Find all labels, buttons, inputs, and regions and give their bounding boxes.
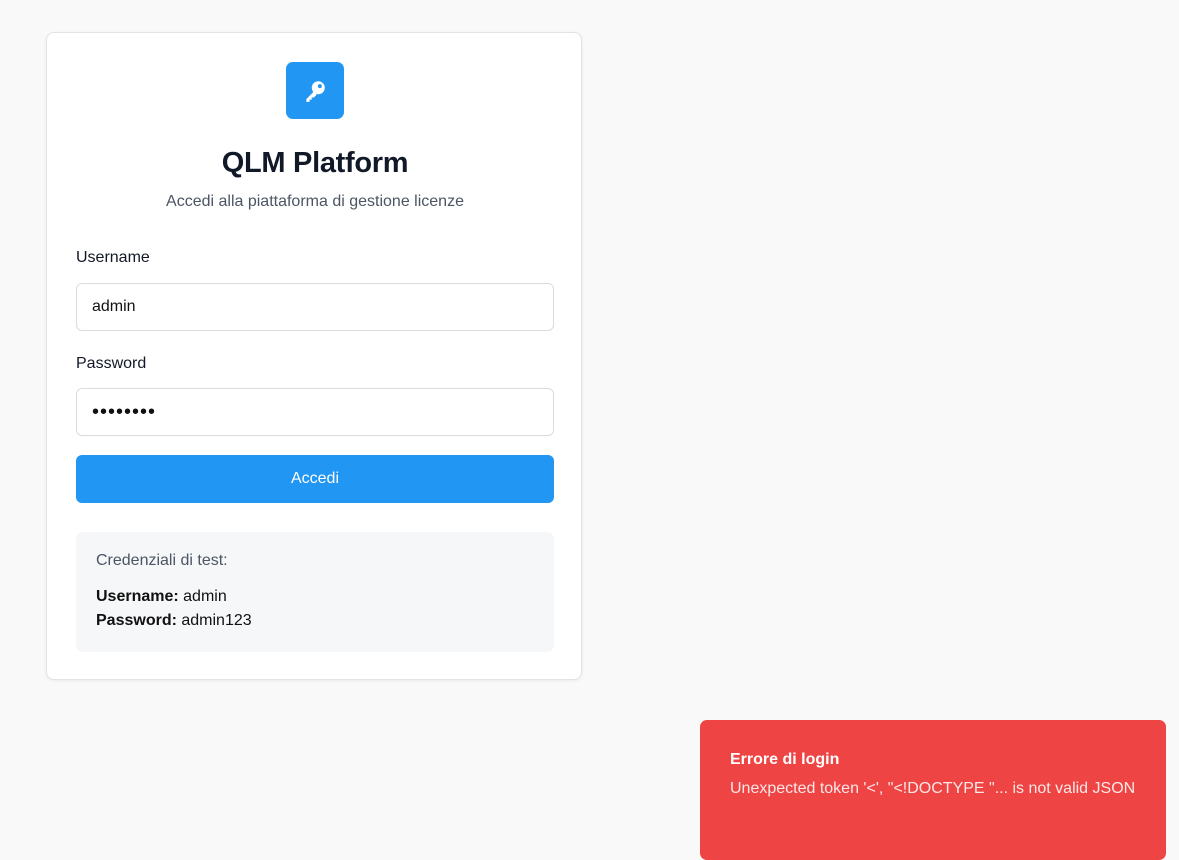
toast-message: Unexpected token '<', "<!DOCTYPE "... is… — [730, 780, 1136, 797]
page-title: QLM Platform — [221, 147, 409, 179]
page-subtitle: Accedi alla piattaforma di gestione lice… — [166, 193, 464, 210]
password-label: Password — [76, 355, 147, 372]
password-input[interactable] — [76, 388, 554, 436]
logo-badge — [286, 62, 344, 119]
test-password-row: Password: admin123 — [96, 609, 534, 633]
test-credentials-heading: Credenziali di test: — [96, 552, 228, 569]
key-icon — [306, 80, 325, 102]
toast-title: Errore di login — [730, 751, 840, 768]
username-label: Username — [76, 249, 150, 266]
test-credentials-box: Credenziali di test: Username: admin Pas… — [76, 532, 554, 652]
error-toast[interactable]: Errore di login Unexpected token '<', "<… — [700, 720, 1166, 860]
login-card: QLM Platform Accedi alla piattaforma di … — [46, 32, 582, 680]
username-input[interactable] — [76, 283, 554, 331]
test-username-label: Username: — [96, 588, 179, 605]
test-password-value: admin123 — [181, 612, 252, 629]
login-button[interactable]: Accedi — [76, 455, 554, 503]
test-username-row: Username: admin — [96, 585, 534, 609]
test-username-value: admin — [183, 588, 227, 605]
test-password-label: Password: — [96, 612, 177, 629]
